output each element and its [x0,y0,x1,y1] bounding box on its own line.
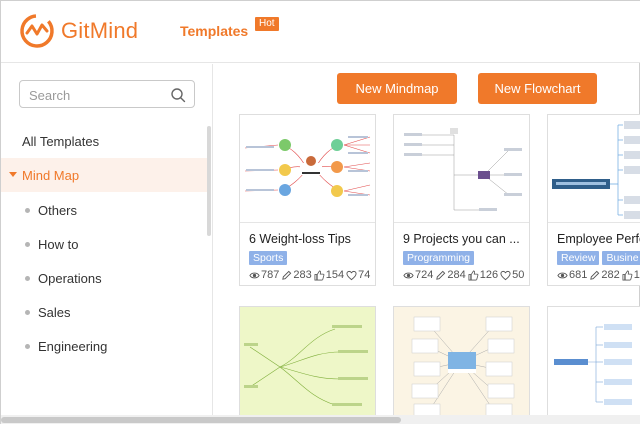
views-stat: 724 [403,269,433,281]
thumbs-up-icon [314,270,325,280]
gitmind-logo-icon [20,14,54,48]
edits-count: 282 [601,269,620,281]
eye-icon [249,272,260,278]
template-thumbnail [240,307,375,417]
caret-down-icon [9,172,17,177]
bullet-icon [25,208,30,213]
template-card[interactable] [547,306,640,416]
search-placeholder: Search [29,88,71,103]
sidebar-subitem-label: Operations [38,271,102,286]
heart-icon [500,270,511,280]
sidebar-subitem-operations[interactable]: Operations [25,271,102,286]
views-count: 681 [569,269,588,281]
thumbs-up-icon [468,270,479,280]
template-card[interactable] [393,306,530,417]
app-window: GitMind Templates Hot Search All Templat… [0,0,640,424]
template-thumbnail [548,115,640,223]
thumbs-up-icon [622,270,633,280]
views-count: 787 [261,269,280,281]
category-tag[interactable]: Review [557,251,600,265]
brand-name: GitMind [61,18,139,43]
template-card[interactable]: 6 Weight-loss Tips Sports 787 283 154 74 [239,114,376,286]
top-header: GitMind Templates Hot [1,1,640,63]
template-card[interactable]: Employee Perfo Review Busine 681 282 1 [547,114,640,286]
bullet-icon [25,310,30,315]
sidebar-subitem-label: Sales [38,305,71,320]
edits-stat: 283 [281,269,312,281]
template-card[interactable]: 9 Projects you can ... Programming 724 2… [393,114,530,286]
tag-list: Review Busine [557,251,640,265]
likes-stat: 126 [468,269,498,281]
likes-count: 1 [633,269,640,281]
sidebar-item-all-templates[interactable]: All Templates [22,134,99,149]
edits-count: 284 [447,269,466,281]
template-stats: 681 282 1 [557,269,640,281]
category-tag[interactable]: Programming [403,251,475,265]
sidebar-subitem-label: Others [38,203,78,218]
template-title: 9 Projects you can ... [403,232,520,246]
hot-badge: Hot [255,17,279,31]
sidebar: Search All Templates Mind Map Others How… [1,64,213,424]
new-mindmap-button[interactable]: New Mindmap [337,73,457,104]
views-stat: 787 [249,269,279,281]
likes-count: 126 [479,269,499,281]
search-input[interactable]: Search [19,80,195,108]
pencil-icon [436,270,446,280]
template-thumbnail [394,307,529,417]
sidebar-subitem-how-to[interactable]: How to [25,237,78,252]
category-tag[interactable]: Busine [602,251,640,265]
category-tag[interactable]: Sports [249,251,288,265]
likes-count: 154 [325,269,345,281]
tag-list: Programming [403,251,475,265]
horizontal-scrollbar[interactable] [1,415,640,424]
gitmind-logo[interactable]: GitMind [19,13,138,49]
sidebar-subitem-sales[interactable]: Sales [25,305,71,320]
new-flowchart-button[interactable]: New Flowchart [478,73,597,104]
likes-stat: 154 [314,269,344,281]
sidebar-item-mind-map[interactable]: Mind Map [1,158,207,192]
nav-templates[interactable]: Templates [180,23,248,39]
sidebar-subitem-engineering[interactable]: Engineering [25,339,107,354]
template-thumbnail [240,115,375,223]
favs-stat: 50 [500,269,524,281]
edits-count: 283 [293,269,312,281]
template-thumbnail [394,115,529,223]
tag-list: Sports [249,251,288,265]
template-card[interactable] [239,306,376,417]
sidebar-subitem-label: Engineering [38,339,108,354]
pencil-icon [590,270,600,280]
views-stat: 681 [557,269,587,281]
sidebar-subitem-others[interactable]: Others [25,203,77,218]
template-thumbnail [548,307,640,417]
bullet-icon [25,276,30,281]
edits-stat: 284 [435,269,466,281]
search-icon[interactable] [170,87,186,103]
views-count: 724 [415,269,434,281]
heart-icon [346,270,357,280]
template-stats: 724 284 126 50 [403,269,526,281]
template-title: Employee Perfo [557,232,640,246]
edits-stat: 282 [589,269,620,281]
eye-icon [557,272,568,278]
bullet-icon [25,344,30,349]
sidebar-item-label: Mind Map [22,168,80,183]
scrollbar-thumb[interactable] [1,417,401,423]
favs-count: 50 [512,269,525,281]
pencil-icon [282,270,292,280]
eye-icon [403,272,414,278]
bullet-icon [25,242,30,247]
sidebar-scrollbar[interactable] [207,126,211,236]
likes-stat: 1 [622,269,640,281]
template-stats: 787 283 154 74 [249,269,372,281]
favs-stat: 74 [346,269,370,281]
template-title: 6 Weight-loss Tips [249,232,351,246]
favs-count: 74 [358,269,371,281]
sidebar-subitem-label: How to [38,237,79,252]
